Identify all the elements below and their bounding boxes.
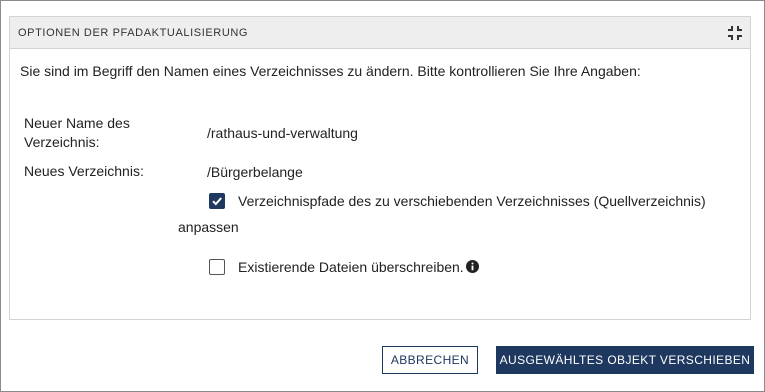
new-directory-value: /Bürgerbelange	[207, 164, 303, 180]
overwrite-files-label[interactable]: Existierende Dateien überschreiben.	[238, 254, 464, 280]
new-directory-label: Neues Verzeichnis:	[24, 163, 144, 179]
path-update-options-panel: OPTIONEN DER PFADAKTUALISIERUNG Sie sind…	[9, 16, 751, 320]
move-selected-object-button[interactable]: AUSGEWÄHLTES OBJEKT VERSCHIEBEN	[496, 346, 754, 374]
new-name-label: Neuer Name des Verzeichnis:	[24, 114, 130, 152]
adjust-paths-label-line2: anpassen	[178, 219, 239, 235]
panel-title: OPTIONEN DER PFADAKTUALISIERUNG	[18, 26, 249, 39]
intro-text: Sie sind im Begriff den Namen eines Verz…	[20, 63, 641, 79]
info-icon[interactable]	[466, 260, 479, 273]
cancel-button[interactable]: ABBRECHEN	[382, 346, 478, 374]
new-name-label-line1: Neuer Name des	[24, 115, 130, 131]
overwrite-files-checkbox[interactable]	[209, 259, 225, 275]
new-name-label-line2: Verzeichnis:	[24, 134, 100, 150]
move-dialog: OPTIONEN DER PFADAKTUALISIERUNG Sie sind…	[0, 0, 765, 392]
new-name-value: /rathaus-und-verwaltung	[207, 125, 358, 141]
collapse-icon[interactable]	[728, 25, 742, 40]
panel-header: OPTIONEN DER PFADAKTUALISIERUNG	[10, 17, 750, 49]
adjust-paths-label[interactable]: Verzeichnispfade des zu verschiebenden V…	[178, 188, 728, 240]
adjust-paths-label-line1: Verzeichnispfade des zu verschiebenden V…	[238, 193, 706, 209]
